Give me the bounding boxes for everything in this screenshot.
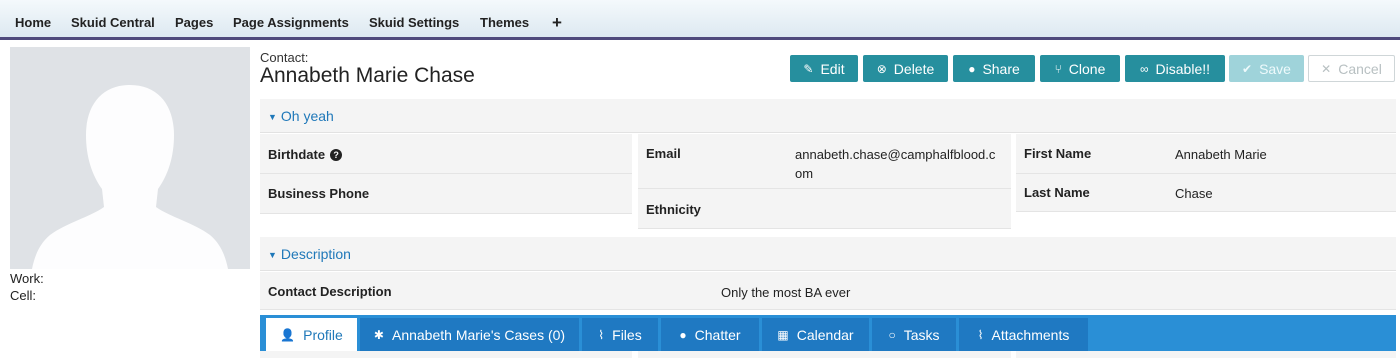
tab-files[interactable]: ⌇ Files <box>582 318 659 351</box>
last-name-value: Chase <box>1175 186 1213 201</box>
nav-page-assignments[interactable]: Page Assignments <box>233 0 349 37</box>
edit-button-label: Edit <box>820 60 845 77</box>
birthdate-field: Birthdate? <box>260 134 632 174</box>
profile-panel-row <box>260 351 632 358</box>
paperclip-icon: ⌇ <box>598 327 605 342</box>
globe-icon: ● <box>968 61 976 76</box>
paperclip-icon: ⌇ <box>977 327 984 342</box>
delete-button[interactable]: ⊗ Delete <box>863 55 948 82</box>
birthdate-label-text: Birthdate <box>268 147 326 162</box>
avatar <box>10 47 250 269</box>
question-circle-icon[interactable]: ? <box>330 149 343 161</box>
calendar-icon: ▦ <box>777 327 789 342</box>
contact-description-value: Only the most BA ever <box>721 285 851 300</box>
page-title: Annabeth Marie Chase <box>260 64 475 87</box>
tab-attachments[interactable]: ⌇ Attachments <box>959 318 1089 351</box>
code-fork-icon: ⑂ <box>1054 61 1062 76</box>
tab-bar: 👤 Profile ✱ Annabeth Marie's Cases (0) ⌇… <box>260 315 1396 351</box>
top-navigation: Home Skuid Central Pages Page Assignment… <box>0 0 1400 40</box>
birthdate-label: Birthdate? <box>268 147 343 162</box>
email-value[interactable]: annabeth.chase@camphalfblood.com <box>795 145 1000 183</box>
first-name-label: First Name <box>1024 146 1092 161</box>
tab-cases[interactable]: ✱ Annabeth Marie's Cases (0) <box>360 318 580 351</box>
tab-profile[interactable]: 👤 Profile <box>266 318 358 351</box>
tab-tasks-label: Tasks <box>903 326 940 343</box>
tab-profile-label: Profile <box>303 326 343 343</box>
person-silhouette-icon <box>10 47 250 269</box>
close-icon: ✕ <box>1321 61 1332 76</box>
circle-icon: ○ <box>888 327 896 342</box>
tab-chatter[interactable]: ● Chatter <box>661 318 760 351</box>
tab-tasks[interactable]: ○ Tasks <box>872 318 957 351</box>
email-field: Email annabeth.chase@camphalfblood.com <box>638 134 1011 189</box>
section-oh-yeah-header[interactable]: ▼ Oh yeah <box>260 99 1396 133</box>
tab-chatter-label: Chatter <box>694 326 741 343</box>
disable-button-label: Disable!! <box>1155 60 1211 77</box>
cancel-button-label: Cancel <box>1338 60 1382 77</box>
save-button-label: Save <box>1259 60 1291 77</box>
nav-add-button[interactable]: + <box>552 0 562 37</box>
tab-calendar-label: Calendar <box>796 326 854 343</box>
email-label: Email <box>646 146 681 161</box>
nav-pages[interactable]: Pages <box>175 0 213 37</box>
ethnicity-field: Ethnicity <box>638 189 1011 229</box>
first-name-field: First Name Annabeth Marie <box>1016 134 1396 174</box>
user-icon: 👤 <box>280 327 296 342</box>
save-button[interactable]: ✔ Save <box>1229 55 1304 82</box>
caret-down-icon: ▼ <box>268 112 277 122</box>
contact-description-field: Contact Description Only the most BA eve… <box>260 272 1396 310</box>
first-name-value: Annabeth Marie <box>1175 147 1267 162</box>
nav-themes[interactable]: Themes <box>480 0 529 37</box>
profile-panel-row <box>1016 351 1396 358</box>
section-description-title: Description <box>280 246 351 262</box>
section-description-header[interactable]: ▼ Description <box>260 237 1396 271</box>
bug-icon: ✱ <box>373 327 384 342</box>
contact-description-label: Contact Description <box>268 284 392 299</box>
check-icon: ✔ <box>1242 61 1253 76</box>
times-circle-icon: ⊗ <box>876 61 887 76</box>
clone-button[interactable]: ⑂ Clone <box>1040 55 1120 82</box>
nav-skuid-settings[interactable]: Skuid Settings <box>369 0 459 37</box>
tab-files-label: Files <box>612 326 642 343</box>
cell-phone-label: Cell: <box>10 288 37 303</box>
pencil-icon: ✎ <box>803 61 814 76</box>
nav-home[interactable]: Home <box>15 0 51 37</box>
object-type-label: Contact: <box>260 50 309 65</box>
share-button-label: Share <box>982 60 1020 77</box>
tab-attachments-label: Attachments <box>991 326 1070 343</box>
comment-icon: ● <box>679 327 687 342</box>
last-name-label: Last Name <box>1024 185 1090 200</box>
link-icon: ∞ <box>1139 61 1149 76</box>
last-name-field: Last Name Chase <box>1016 174 1396 212</box>
disable-button[interactable]: ∞ Disable!! <box>1125 55 1225 82</box>
ethnicity-label: Ethnicity <box>646 202 701 217</box>
profile-panel-row <box>638 351 1011 358</box>
work-phone-label: Work: <box>10 271 44 286</box>
business-phone-label: Business Phone <box>268 186 370 201</box>
share-button[interactable]: ● Share <box>953 55 1035 82</box>
business-phone-field: Business Phone <box>260 174 632 214</box>
tab-cases-label: Annabeth Marie's Cases (0) <box>391 326 566 343</box>
tab-calendar[interactable]: ▦ Calendar <box>762 318 870 351</box>
cancel-button[interactable]: ✕ Cancel <box>1308 55 1395 82</box>
section-oh-yeah-title: Oh yeah <box>280 108 334 124</box>
edit-button[interactable]: ✎ Edit <box>790 55 858 82</box>
delete-button-label: Delete <box>893 60 935 77</box>
caret-down-icon: ▼ <box>268 250 277 260</box>
nav-skuid-central[interactable]: Skuid Central <box>71 0 155 37</box>
clone-button-label: Clone <box>1068 60 1106 77</box>
